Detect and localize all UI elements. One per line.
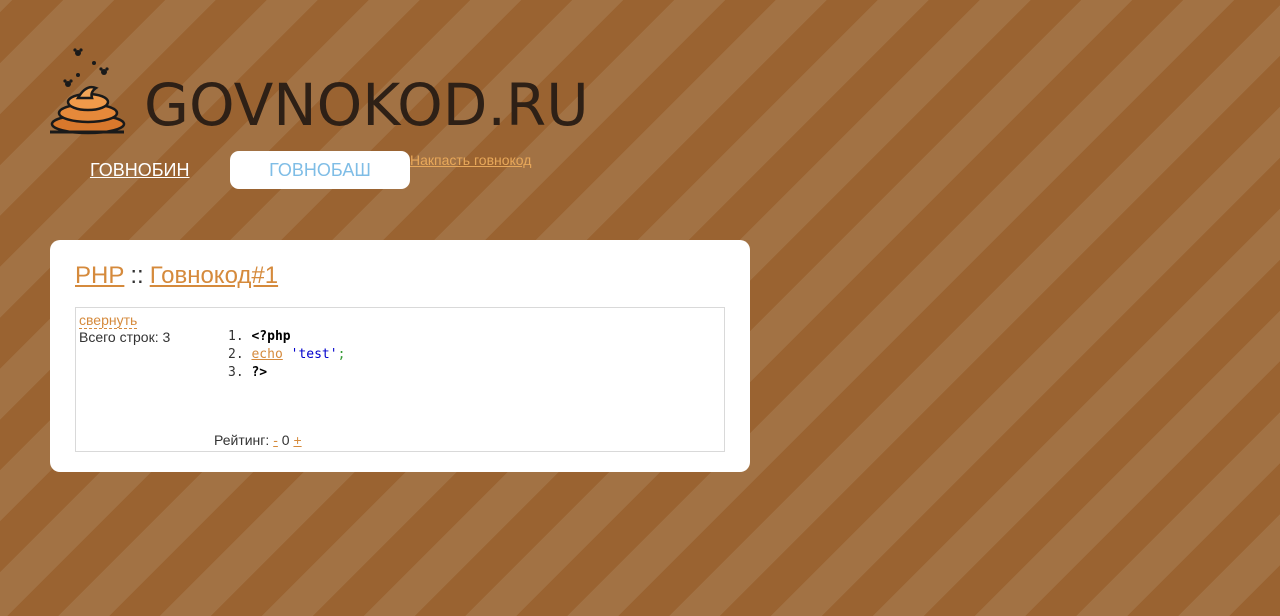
line-number: 1.: [228, 329, 244, 344]
add-govnokod-link[interactable]: Накпасть говнокод: [410, 152, 531, 168]
code-line: 1. <?php: [228, 328, 345, 346]
site-logo[interactable]: GOVNOKOD.RU: [48, 48, 608, 140]
vote-down-button[interactable]: -: [273, 432, 278, 448]
vote-up-button[interactable]: +: [293, 432, 301, 448]
code-text: <?php: [251, 329, 291, 344]
line-number: 2.: [228, 347, 244, 362]
language-link[interactable]: PHP: [75, 262, 124, 289]
rating: Рейтинг: - 0 +: [214, 432, 302, 448]
code-line: 3. ?>: [228, 364, 345, 382]
rating-value: 0: [281, 432, 290, 448]
line-number: 3.: [228, 365, 244, 380]
code-listing: 1. <?php 2. echo 'test'; 3. ?>: [228, 328, 345, 382]
snippet-link[interactable]: Говнокод#1: [150, 262, 278, 289]
collapse-toggle[interactable]: свернуть: [79, 312, 138, 329]
poop-icon: [50, 48, 126, 135]
nav-tab-bash[interactable]: ГОВНОБАШ: [230, 151, 410, 189]
snippet-title: PHP:: Говнокод#1: [75, 260, 278, 292]
snippet-card: PHP:: Говнокод#1 свернуть Всего строк: 3 …: [50, 240, 750, 472]
code-text: ?>: [251, 365, 268, 380]
logo-text: GOVNOKOD.RU: [144, 71, 589, 139]
line-count: Всего строк: 3: [79, 329, 171, 345]
title-separator: ::: [130, 262, 144, 289]
rating-label: Рейтинг:: [214, 432, 270, 448]
code-string: 'test': [290, 347, 338, 362]
code-punct: ;: [337, 347, 346, 362]
nav-tab-pastebin[interactable]: ГОВНОБИН: [90, 160, 190, 181]
keyword-link[interactable]: echo: [251, 347, 282, 362]
code-box: свернуть Всего строк: 3 1. <?php 2. echo…: [75, 307, 725, 452]
code-line: 2. echo 'test';: [228, 346, 345, 364]
